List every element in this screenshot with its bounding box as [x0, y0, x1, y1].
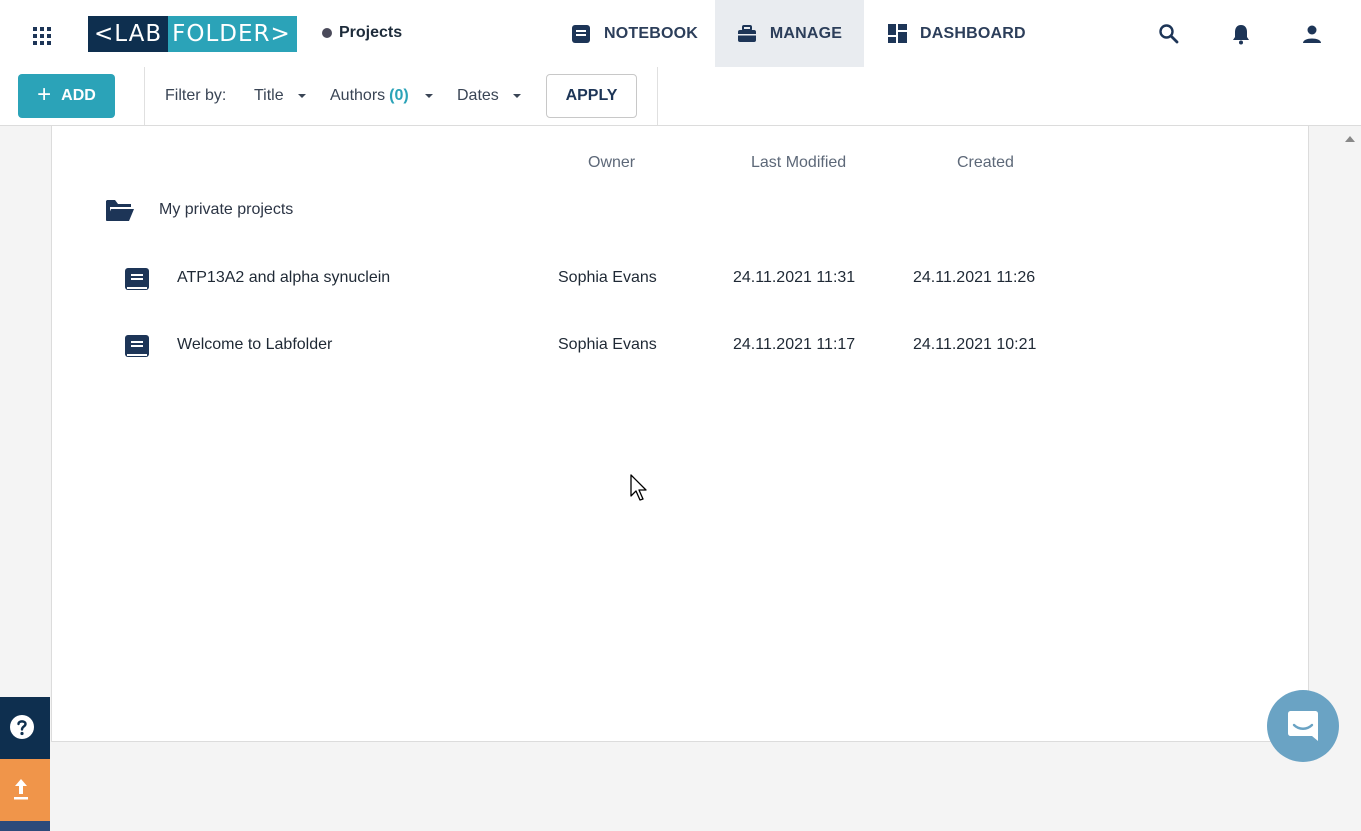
dates-filter-dropdown[interactable]: Dates [457, 87, 521, 105]
nav-dashboard-label: DASHBOARD [920, 24, 1026, 42]
chevron-down-icon [297, 94, 306, 98]
help-icon [10, 715, 34, 739]
notebook-icon [125, 268, 149, 290]
plus-icon: + [37, 80, 52, 108]
project-created: 24.11.2021 11:26 [913, 269, 1036, 286]
filter-toolbar: + ADD Filter by: Title Authors (0) Dates… [0, 67, 1361, 126]
filter-by-label: Filter by: [165, 87, 227, 104]
title-filter-dropdown[interactable]: Title [254, 87, 306, 105]
nav-manage[interactable]: MANAGE [715, 0, 864, 67]
sidebar-bottom-strip [0, 821, 50, 831]
title-filter-label: Title [254, 87, 284, 104]
projects-list-panel: Owner Last Modified Created My private p… [51, 126, 1309, 742]
top-navigation-bar: <LAB FOLDER> Projects NOTEBOOK MANAGE DAS… [0, 0, 1361, 67]
breadcrumb-label: Projects [339, 24, 403, 41]
search-icon[interactable] [1157, 22, 1181, 46]
folder-row-my-private-projects[interactable]: My private projects [105, 198, 293, 222]
upload-button[interactable] [0, 759, 50, 821]
help-button[interactable] [0, 697, 50, 759]
briefcase-icon [737, 24, 756, 42]
authors-filter-dropdown[interactable]: Authors (0) [330, 87, 433, 105]
project-last-modified: 24.11.2021 11:31 [733, 269, 856, 286]
dates-filter-label: Dates [457, 87, 499, 104]
project-title[interactable]: ATP13A2 and alpha synuclein [177, 269, 390, 287]
chevron-down-icon [424, 94, 433, 98]
notebook-icon [572, 24, 590, 43]
scroll-up-arrow-icon[interactable] [1345, 136, 1355, 142]
breadcrumb-dot-icon [322, 28, 332, 38]
user-icon[interactable] [1300, 22, 1324, 46]
project-owner: Sophia Evans [558, 269, 657, 286]
mouse-cursor-icon [630, 474, 647, 501]
vertical-scrollbar[interactable] [1338, 126, 1361, 831]
project-owner: Sophia Evans [558, 336, 657, 353]
breadcrumb[interactable]: Projects [322, 24, 402, 42]
labfolder-logo[interactable]: <LAB FOLDER> [88, 16, 297, 52]
nav-manage-label: MANAGE [769, 24, 843, 42]
upload-icon [14, 779, 28, 800]
notebook-icon [125, 335, 149, 357]
project-row[interactable]: ATP13A2 and alpha synuclein Sophia Evans… [124, 266, 1124, 292]
folder-name: My private projects [159, 201, 294, 218]
column-header-owner[interactable]: Owner [588, 154, 635, 172]
nav-notebook[interactable]: NOTEBOOK [571, 0, 711, 67]
logo-left-text: <LAB [88, 16, 169, 52]
project-created: 24.11.2021 10:21 [913, 336, 1037, 353]
nav-dashboard[interactable]: DASHBOARD [888, 0, 1038, 67]
chat-icon [1288, 711, 1318, 741]
apps-grid-icon[interactable] [33, 27, 51, 45]
logo-right-text: FOLDER> [168, 16, 297, 52]
add-button[interactable]: + ADD [18, 74, 115, 118]
toolbar-divider [144, 67, 145, 125]
project-row[interactable]: Welcome to Labfolder Sophia Evans 24.11.… [124, 333, 1124, 359]
chat-launcher-button[interactable] [1267, 690, 1339, 762]
nav-notebook-label: NOTEBOOK [604, 24, 699, 42]
column-header-last-modified[interactable]: Last Modified [751, 154, 846, 172]
authors-filter-label: Authors [330, 87, 386, 104]
toolbar-divider [657, 67, 658, 125]
project-title[interactable]: Welcome to Labfolder [177, 336, 332, 354]
dashboard-icon [888, 24, 907, 43]
project-last-modified: 24.11.2021 11:17 [733, 336, 856, 353]
authors-count-badge: (0) [389, 87, 409, 104]
chevron-down-icon [512, 94, 521, 98]
add-button-label: ADD [61, 87, 96, 104]
column-header-created[interactable]: Created [957, 154, 1014, 172]
folder-open-icon [106, 200, 134, 221]
bell-icon[interactable] [1229, 22, 1253, 46]
apply-button[interactable]: APPLY [546, 74, 637, 118]
